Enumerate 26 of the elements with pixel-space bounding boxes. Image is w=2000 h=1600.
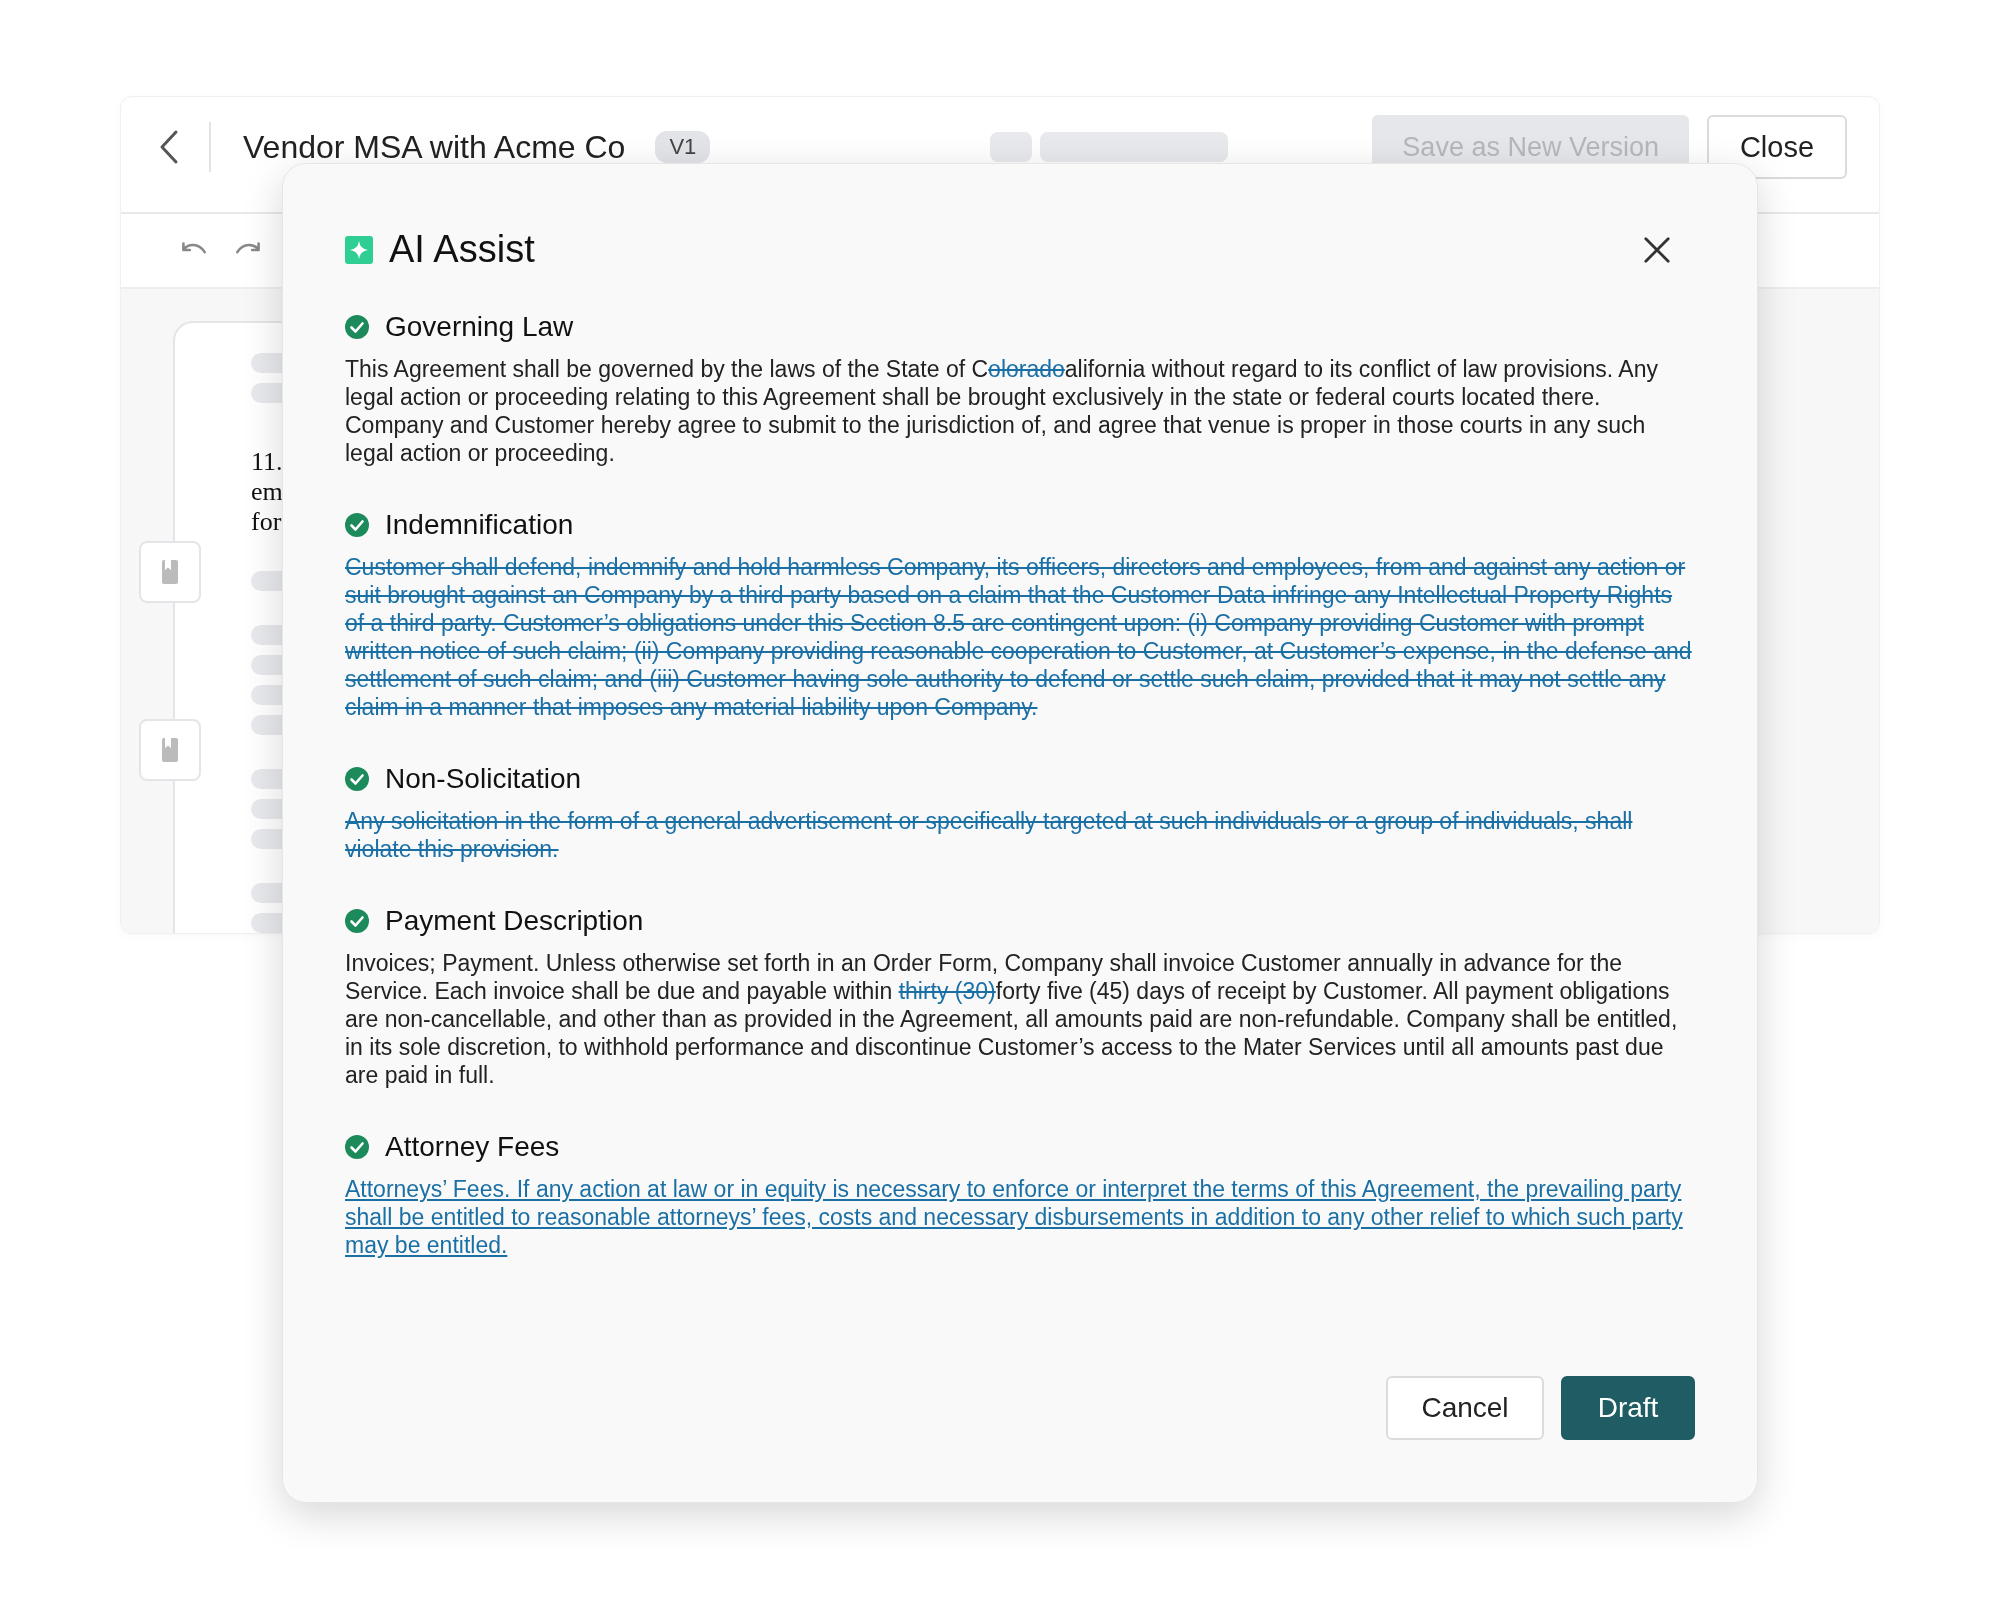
document-text: em: [251, 477, 283, 507]
section-heading: Attorney Fees: [385, 1131, 560, 1163]
document-text: 11.: [251, 447, 283, 477]
section-heading: Non-Solicitation: [385, 763, 582, 795]
clause-text: Attorneys’ Fees. If any action at law or in equity is necessary to enforce or interpret the terms of this Agreement, the prevailing party shall be entitled to reasonable attorneys’ fees, costs and necessary disbursements in addition to any other relief to which such party may be entitled.: [345, 1175, 1684, 1259]
clause-text: Any solicitation in the form of a general advertisement or specifically targeted at such individuals or a group of individuals, shall violate this provision.: [345, 807, 1634, 863]
document-title: Vendor MSA with Acme Co: [243, 129, 626, 166]
draft-button[interactable]: Draft: [1561, 1376, 1695, 1440]
bookmark-icon: [160, 560, 180, 584]
document-text: for: [251, 507, 282, 537]
clause-text: Customer shall defend, indemnify and hold harmless Company, its officers, directors and employees, from and against any action or suit brought against an Company by a third party based on a claim that the Customer Data infringe any Intellectual Property Rights of a third party. Customer’s obligations under this Section 8.5 are contingent upon: (i) Company providing Customer with prompt written notice of such claim; (ii) Company providing reasonable cooperation to Customer, at Customer’s expense, in the defense and settlement of such claim; and (iii) Customer having sole authority to defend or settle such claim, provided that it may not settle any claim in a manner that imposes any material liability upon Company.: [345, 553, 1693, 721]
clause-text: Invoices; Payment. Unless otherwise set forth in an Order Form, Company shall invoice Customer annually in advance for the Service. Each invoice shall be due and payable within thirty (30)forty five (45) days of receipt by Customer. All payment obligations are non-cancellable, and other than as provided in the Agreement, all amounts paid are non-refundable. Company shall be entitled, in its sole discretion, to withhold performance and discontinue Customer’s access to the Mater Services until all amounts past due are paid in full.: [345, 949, 1679, 1089]
back-icon[interactable]: [159, 129, 179, 166]
bookmark-button[interactable]: [139, 719, 201, 781]
close-icon[interactable]: [1643, 235, 1671, 264]
sparkle-icon: [345, 235, 373, 264]
section-heading: Governing Law: [385, 311, 574, 343]
bookmark-icon: [160, 738, 180, 762]
dialog-title: AI Assist: [389, 228, 535, 271]
section-heading: Indemnification: [385, 509, 574, 541]
close-button[interactable]: Close: [1707, 115, 1847, 180]
section-heading: Payment Description: [385, 905, 644, 937]
bookmark-button[interactable]: [139, 541, 201, 603]
cancel-button[interactable]: Cancel: [1386, 1376, 1544, 1440]
version-badge: V1: [655, 131, 711, 164]
clause-text: This Agreement shall be governed by the laws of the State of Coloradoalifornia without regard to its conflict of law provisions. Any legal action or proceeding relating to this Agreement shall be brought exclusively in the state or federal courts located there. Company and Customer hereby agree to submit to the jurisdiction of, and agree that venue is proper in those courts in any such legal action or proceeding.: [345, 355, 1659, 467]
